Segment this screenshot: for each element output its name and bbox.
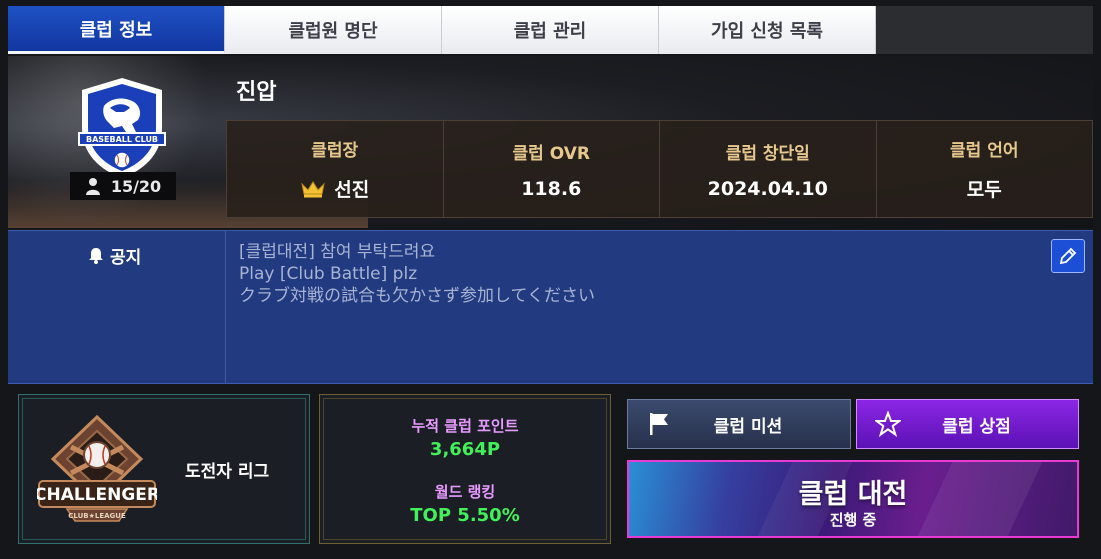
tab-club-info[interactable]: 클럽 정보 <box>8 6 225 54</box>
stat-value: 118.6 <box>521 177 582 200</box>
stat-value: 선진 <box>300 175 369 202</box>
league-emblem-text: CHALLENGER <box>37 485 157 505</box>
bell-icon <box>89 248 103 264</box>
league-panel: CHALLENGER CLUB★LEAGUE 도전자 리그 <box>18 394 310 544</box>
notice-title: 공지 <box>88 243 141 268</box>
stat-value: 2024.04.10 <box>707 177 828 200</box>
club-emblem-icon: BASEBALL CLUB <box>78 78 166 178</box>
world-ranking-value: TOP 5.50% <box>410 505 520 526</box>
notice-title-text: 공지 <box>110 248 142 268</box>
club-mission-button[interactable]: 클럽 미션 <box>627 399 851 449</box>
world-ranking-label: 월드 랭킹 <box>434 483 496 501</box>
notice-text: [클럽대전] 참여 부탁드려요 Play [Club Battle] plz ク… <box>239 241 595 307</box>
stat-club-language: 클럽 언어 모두 <box>877 121 1093 217</box>
club-points-label: 누적 클럽 포인트 <box>411 417 519 435</box>
club-battle-status: 진행 중 <box>829 511 877 529</box>
challenger-league-emblem-icon: CHALLENGER CLUB★LEAGUE <box>37 414 157 522</box>
club-mission-label: 클럽 미션 <box>713 416 783 437</box>
club-info-screen: 클럽 정보 클럽원 명단 클럽 관리 가입 신청 목록 BASEBALL CLU… <box>0 0 1101 559</box>
person-icon <box>85 178 100 195</box>
club-points-value: 3,664P <box>429 439 501 460</box>
stat-founded-date: 클럽 창단일 2024.04.10 <box>660 121 877 217</box>
stat-value: 모두 <box>966 179 1002 201</box>
tab-member-list[interactable]: 클럽원 명단 <box>225 6 442 54</box>
notice-panel: 공지 [클럽대전] 참여 부탁드려요 Play [Club Battle] pl… <box>8 230 1093 384</box>
club-battle-button[interactable]: 클럽 대전 진행 중 <box>627 460 1079 538</box>
club-shop-label: 클럽 상점 <box>942 416 1011 437</box>
stat-label: 클럽 창단일 <box>725 143 810 164</box>
member-count: 15/20 <box>70 172 176 200</box>
stat-label: 클럽 언어 <box>950 141 1019 161</box>
edit-notice-button[interactable] <box>1051 239 1085 273</box>
member-count-value: 15/20 <box>110 176 162 196</box>
notice-line: クラブ対戦の試合も欠かさず参加してください <box>239 286 595 306</box>
stat-label: 클럽 OVR <box>512 143 590 164</box>
notice-line: [클럽대전] 참여 부탁드려요 <box>239 242 436 262</box>
stat-club-leader: 클럽장 선진 <box>227 121 444 217</box>
league-emblem-subtext: CLUB★LEAGUE <box>68 512 126 520</box>
notice-line: Play [Club Battle] plz <box>239 264 418 284</box>
club-emblem-text: BASEBALL CLUB <box>86 135 158 144</box>
tab-club-management[interactable]: 클럽 관리 <box>442 6 659 54</box>
club-shop-button[interactable]: 클럽 상점 <box>856 399 1079 449</box>
club-header: BASEBALL CLUB 15/20 진압 클럽장 선진 클럽 OVR 118… <box>8 56 1093 228</box>
stat-label: 클럽장 <box>311 141 359 161</box>
tab-join-requests[interactable]: 가입 신청 목록 <box>659 6 876 54</box>
flag-icon <box>650 413 668 435</box>
club-name: 진압 <box>236 80 277 105</box>
league-name: 도전자 리그 <box>185 462 270 482</box>
crown-icon <box>301 180 326 197</box>
tab-bar: 클럽 정보 클럽원 명단 클럽 관리 가입 신청 목록 <box>8 6 1093 54</box>
notice-label-cell: 공지 <box>8 231 226 383</box>
club-stats: 클럽장 선진 클럽 OVR 118.6 클럽 창단일 2024.04.10 클럽… <box>226 120 1093 218</box>
pencil-icon <box>1059 247 1077 265</box>
club-battle-title: 클럽 대전 <box>798 479 908 510</box>
stat-club-ovr: 클럽 OVR 118.6 <box>444 121 660 217</box>
star-icon <box>875 411 901 437</box>
leader-name: 선진 <box>334 179 370 201</box>
club-points-panel: 누적 클럽 포인트 3,664P 월드 랭킹 TOP 5.50% <box>319 394 611 544</box>
